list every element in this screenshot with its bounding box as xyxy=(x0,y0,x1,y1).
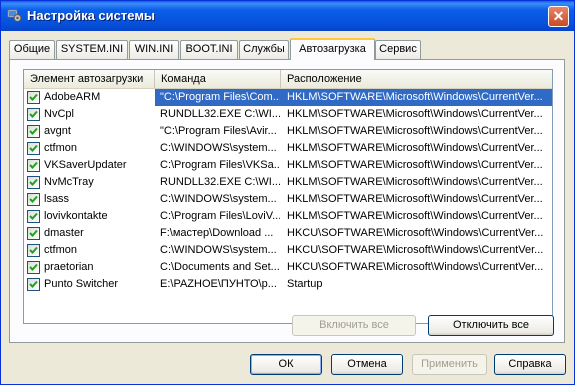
startup-item-name: NvMcTray xyxy=(44,176,94,188)
list-item[interactable]: avgnt "C:\Program Files\Avir... HKLM\SOFTW… xyxy=(24,123,552,140)
startup-command: RUNDLL32.EXE C:\WI... xyxy=(160,176,280,188)
tab-strip: Общие SYSTEM.INI WIN.INI BOOT.INI Службы… xyxy=(1,38,574,60)
startup-command: C:\WINDOWS\system... xyxy=(160,142,277,154)
startup-command: RUNDLL32.EXE C:\WI... xyxy=(160,108,280,120)
tab-win-ini[interactable]: WIN.INI xyxy=(129,40,179,59)
startup-item-name: ctfmon xyxy=(44,142,78,154)
tab-general[interactable]: Общие xyxy=(9,40,55,59)
tab-label: Сервис xyxy=(379,43,417,55)
apply-button[interactable]: Применить xyxy=(412,354,487,375)
system-config-window: Настройка системы ✕ Общие SYSTEM.INI WIN… xyxy=(0,0,575,385)
startup-command: "C:\Program Files\Avir... xyxy=(160,125,277,137)
startup-checkbox[interactable] xyxy=(27,142,40,155)
list-item[interactable]: ctfmon C:\WINDOWS\system... HKLM\SOFTWARE\… xyxy=(24,140,552,157)
tab-label: Общие xyxy=(13,43,51,55)
enable-all-button[interactable]: Включить все xyxy=(292,315,416,336)
startup-location: HKLM\SOFTWARE\Microsoft\Windows\CurrentV… xyxy=(287,159,543,171)
startup-command: C:\Documents and Set... xyxy=(160,261,280,273)
list-item[interactable]: praetorian C:\Documents and Set... HKCU\SO… xyxy=(24,259,552,276)
startup-checkbox[interactable] xyxy=(27,193,40,206)
ok-button[interactable]: ОК xyxy=(250,354,322,375)
startup-checkbox[interactable] xyxy=(27,261,40,274)
list-item[interactable]: dmaster F:\мастер\Download ... HKCU\SOFTWA… xyxy=(24,225,552,242)
title-bar[interactable]: Настройка системы ✕ xyxy=(1,1,574,31)
close-button[interactable]: ✕ xyxy=(548,6,569,27)
startup-item-name: lovivkontakte xyxy=(44,210,108,222)
startup-item-name: dmaster xyxy=(44,227,84,239)
msconfig-icon xyxy=(6,7,22,23)
startup-command: F:\мастер\Download ... xyxy=(160,227,274,239)
startup-checkbox[interactable] xyxy=(27,108,40,121)
list-item[interactable]: AdobeARM "C:\Program Files\Com... HKLM\SOF… xyxy=(24,89,552,106)
startup-checkbox[interactable] xyxy=(27,278,40,291)
startup-location: HKLM\SOFTWARE\Microsoft\Windows\CurrentV… xyxy=(287,108,543,120)
tab-startup[interactable]: Автозагрузка xyxy=(290,38,375,60)
startup-item-name: avgnt xyxy=(44,125,71,137)
startup-item-name: Punto Switcher xyxy=(44,278,118,290)
startup-location: HKCU\SOFTWARE\Microsoft\Windows\CurrentV… xyxy=(287,244,544,256)
startup-location: HKLM\SOFTWARE\Microsoft\Windows\CurrentV… xyxy=(287,176,543,188)
tab-label: SYSTEM.INI xyxy=(60,43,124,55)
tab-label: Службы xyxy=(243,43,285,55)
startup-location: HKLM\SOFTWARE\Microsoft\Windows\CurrentV… xyxy=(287,193,543,205)
startup-checkbox[interactable] xyxy=(27,125,40,138)
startup-location: HKCU\SOFTWARE\Microsoft\Windows\CurrentV… xyxy=(287,227,544,239)
list-item[interactable]: VKSaverUpdater C:\Program Files\VKSa... HK… xyxy=(24,157,552,174)
startup-location: HKLM\SOFTWARE\Microsoft\Windows\CurrentV… xyxy=(287,142,543,154)
startup-item-name: VKSaverUpdater xyxy=(44,159,127,171)
startup-item-name: praetorian xyxy=(44,261,94,273)
startup-item-name: lsass xyxy=(44,193,70,205)
disable-all-button[interactable]: Отключить все xyxy=(428,315,554,336)
startup-checkbox[interactable] xyxy=(27,227,40,240)
cancel-button[interactable]: Отмена xyxy=(331,354,403,375)
startup-checkbox[interactable] xyxy=(27,210,40,223)
column-header-location[interactable]: Расположение xyxy=(281,70,552,88)
startup-checkbox[interactable] xyxy=(27,159,40,172)
help-button[interactable]: Справка xyxy=(494,354,566,375)
tab-services[interactable]: Службы xyxy=(239,40,289,59)
startup-command: E:\PAZHOE\ПУНТО\p... xyxy=(160,278,277,290)
startup-item-name: AdobeARM xyxy=(44,91,101,103)
list-item[interactable]: ctfmon C:\WINDOWS\system... HKCU\SOFTWARE\… xyxy=(24,242,552,259)
startup-command: C:\Program Files\LoviV... xyxy=(160,210,280,222)
window-title: Настройка системы xyxy=(27,8,156,23)
list-item[interactable]: lovivkontakte C:\Program Files\LoviV... HK… xyxy=(24,208,552,225)
column-header-item[interactable]: Элемент автозагрузки xyxy=(24,70,155,88)
startup-command: C:\Program Files\VKSa... xyxy=(160,159,280,171)
list-item[interactable]: lsass C:\WINDOWS\system... HKLM\SOFTWARE\M… xyxy=(24,191,552,208)
list-header: Элемент автозагрузки Команда Расположени… xyxy=(24,70,552,89)
tab-system-ini[interactable]: SYSTEM.INI xyxy=(56,40,128,59)
startup-location: HKLM\SOFTWARE\Microsoft\Windows\CurrentV… xyxy=(287,125,543,137)
column-header-command[interactable]: Команда xyxy=(155,70,281,88)
list-item[interactable]: NvCpl RUNDLL32.EXE C:\WI... HKLM\SOFTWARE\… xyxy=(24,106,552,123)
startup-location: HKCU\SOFTWARE\Microsoft\Windows\CurrentV… xyxy=(287,261,544,273)
startup-checkbox[interactable] xyxy=(27,91,40,104)
startup-checkbox[interactable] xyxy=(27,176,40,189)
tab-label: WIN.INI xyxy=(134,43,174,55)
tab-label: BOOT.INI xyxy=(185,43,233,55)
startup-location: Startup xyxy=(287,278,323,290)
tab-tools[interactable]: Сервис xyxy=(375,40,421,59)
startup-command: "C:\Program Files\Com... xyxy=(160,91,280,103)
startup-panel: Элемент автозагрузки Команда Расположени… xyxy=(9,59,565,343)
close-icon: ✕ xyxy=(552,8,565,24)
startup-checkbox[interactable] xyxy=(27,244,40,257)
tab-boot-ini[interactable]: BOOT.INI xyxy=(180,40,238,59)
startup-location: HKLM\SOFTWARE\Microsoft\Windows\CurrentV… xyxy=(287,210,543,222)
list-item[interactable]: Punto Switcher E:\PAZHOE\ПУНТО\p... Startu… xyxy=(24,276,552,293)
startup-item-name: NvCpl xyxy=(44,108,74,120)
startup-command: C:\WINDOWS\system... xyxy=(160,244,277,256)
tab-label: Автозагрузка xyxy=(299,43,366,55)
startup-list[interactable]: Элемент автозагрузки Команда Расположени… xyxy=(23,69,553,324)
startup-location: HKLM\SOFTWARE\Microsoft\Windows\CurrentV… xyxy=(287,91,543,103)
startup-command: C:\WINDOWS\system... xyxy=(160,193,277,205)
startup-item-name: ctfmon xyxy=(44,244,78,256)
list-item[interactable]: NvMcTray RUNDLL32.EXE C:\WI... HKLM\SOFTWA… xyxy=(24,174,552,191)
